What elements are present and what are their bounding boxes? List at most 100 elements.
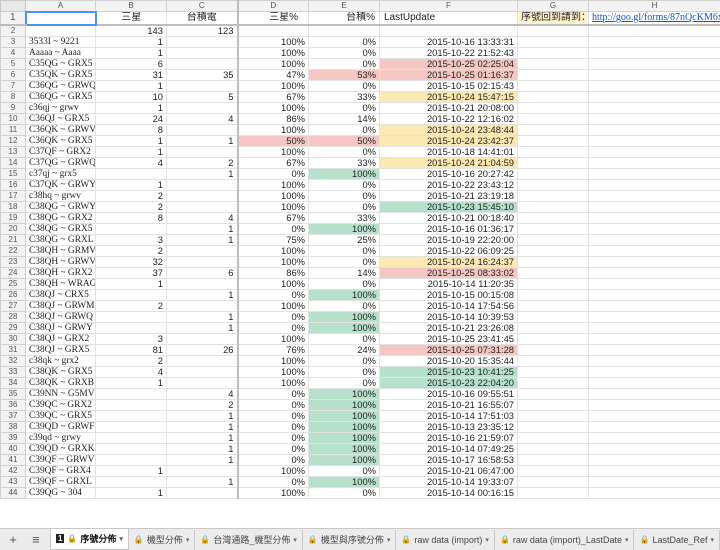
cell-lastupdate[interactable]: 2015-10-25 01:16:37 [379, 69, 518, 81]
cell-empty[interactable] [588, 465, 720, 477]
cell-lastupdate[interactable]: 2015-10-14 11:20:35 [379, 278, 518, 290]
cell-samsung-pct[interactable]: 0% [237, 388, 309, 400]
row-header[interactable]: 32 [0, 355, 26, 367]
cell-tsmc-count[interactable] [166, 355, 239, 367]
cell-model-range[interactable]: C36QG ~ GRWQ [25, 80, 96, 92]
cell-model-range[interactable]: C39QC ~ GRX2 [25, 399, 96, 411]
caret-down-icon[interactable]: ▾ [485, 536, 489, 544]
cell-tsmc-pct[interactable]: 53% [308, 69, 380, 81]
cell-model-range[interactable]: C39QG ~ 304 [25, 487, 96, 499]
cell-samsung-count[interactable]: 6 [95, 58, 167, 70]
cell-model-range[interactable]: C38QG ~ GRXL [25, 234, 96, 246]
cell-model-range[interactable]: C38QK ~ GRX5 [25, 366, 96, 378]
cell-tsmc-count[interactable]: 1 [166, 234, 239, 246]
spreadsheet-grid[interactable]: A B C D E F G H 1 三星 台積電 三星% 台積% LastUpd… [0, 0, 720, 528]
cell-samsung-count[interactable]: 1 [95, 377, 167, 389]
header-samsung[interactable]: 三星 [95, 11, 167, 26]
cell-empty[interactable] [588, 234, 720, 246]
cell-tsmc-pct[interactable]: 0% [308, 366, 380, 378]
cell-model-range[interactable]: C39QF ~ GRWV [25, 454, 96, 466]
cell-tsmc-count[interactable]: 1 [166, 289, 239, 301]
cell-lastupdate[interactable]: 2015-10-21 23:19:18 [379, 190, 518, 202]
row-header[interactable]: 37 [0, 410, 26, 422]
sheet-tab[interactable]: 🔒 raw data (import)_LastDate ▾ [495, 529, 635, 550]
cell-tsmc-count[interactable] [166, 300, 239, 312]
row-header[interactable]: 25 [0, 278, 26, 290]
cell-empty[interactable] [588, 47, 720, 59]
cell-tsmc-count[interactable] [166, 333, 239, 345]
cell-samsung-pct[interactable]: 67% [237, 212, 309, 224]
cell-tsmc-pct[interactable]: 100% [308, 311, 380, 323]
cell-samsung-pct[interactable]: 0% [237, 322, 309, 334]
cell-tsmc-count[interactable]: 2 [166, 157, 239, 169]
row-header[interactable]: 3 [0, 36, 26, 48]
cell-model-range[interactable]: C38QG ~ GRWY [25, 201, 96, 213]
cell-tsmc-pct[interactable]: 0% [308, 278, 380, 290]
cell-empty[interactable] [517, 157, 589, 169]
cell-model-range[interactable]: C35QG ~ GRX5 [25, 58, 96, 70]
row-header[interactable]: 10 [0, 113, 26, 125]
row-header[interactable]: 23 [0, 256, 26, 268]
cell-lastupdate[interactable]: 2015-10-24 15:47:15 [379, 91, 518, 103]
cell-model-range[interactable]: C36QK ~ GRX5 [25, 135, 96, 147]
row-header[interactable]: 15 [0, 168, 26, 180]
cell-samsung-pct[interactable]: 100% [237, 377, 309, 389]
cell-empty[interactable] [588, 113, 720, 125]
cell-samsung-count[interactable] [95, 388, 167, 400]
cell-empty[interactable] [517, 47, 589, 59]
cell-tsmc-pct[interactable]: 100% [308, 454, 380, 466]
cell-empty[interactable] [588, 69, 720, 81]
row-header[interactable]: 21 [0, 234, 26, 246]
cell-samsung-pct[interactable]: 86% [237, 113, 309, 125]
cell-samsung-count[interactable]: 2 [95, 245, 167, 257]
cell-empty[interactable] [588, 102, 720, 114]
cell-samsung-pct[interactable]: 100% [237, 36, 309, 48]
cell-empty[interactable] [517, 212, 589, 224]
cell-empty[interactable] [588, 146, 720, 158]
cell-tsmc-count[interactable] [166, 366, 239, 378]
row-header[interactable]: 29 [0, 322, 26, 334]
caret-down-icon[interactable]: ▾ [186, 536, 190, 544]
cell-empty[interactable] [517, 179, 589, 191]
cell-tsmc-pct[interactable]: 0% [308, 487, 380, 499]
cell-empty[interactable] [517, 234, 589, 246]
cell-lastupdate[interactable]: 2015-10-25 08:33:02 [379, 267, 518, 279]
cell-empty[interactable] [517, 24, 589, 37]
cell-tsmc-pct[interactable]: 33% [308, 157, 380, 169]
cell-tsmc-pct[interactable]: 100% [308, 289, 380, 301]
cell-samsung-pct[interactable]: 0% [237, 168, 309, 180]
cell-empty[interactable] [588, 91, 720, 103]
cell-tsmc-pct[interactable]: 0% [308, 146, 380, 158]
cell-tsmc-pct[interactable]: 0% [308, 245, 380, 257]
row-header[interactable]: 24 [0, 267, 26, 279]
row-header[interactable]: 27 [0, 300, 26, 312]
row-header[interactable]: 43 [0, 476, 26, 488]
cell-lastupdate[interactable]: 2015-10-24 16:24:37 [379, 256, 518, 268]
cell-samsung-pct[interactable]: 100% [237, 355, 309, 367]
row-header[interactable]: 18 [0, 201, 26, 213]
sheet-tab[interactable]: 🔒 機型與序號分佈 ▾ [303, 529, 397, 550]
cell-tsmc-count[interactable] [166, 278, 239, 290]
cell-samsung-pct[interactable]: 0% [237, 454, 309, 466]
column-header-g[interactable]: G [517, 0, 589, 12]
cell-lastupdate[interactable]: 2015-10-24 23:42:37 [379, 135, 518, 147]
select-all-corner[interactable] [0, 0, 26, 12]
cell-samsung-count[interactable]: 1 [95, 47, 167, 59]
cell-samsung-pct[interactable]: 67% [237, 91, 309, 103]
cell-samsung-count[interactable] [95, 476, 167, 488]
cell-empty[interactable] [517, 410, 589, 422]
row-header[interactable]: 17 [0, 190, 26, 202]
cell-tsmc-pct[interactable]: 0% [308, 190, 380, 202]
cell-tsmc-count[interactable] [166, 36, 239, 48]
cell-tsmc-pct[interactable]: 100% [308, 322, 380, 334]
row-header[interactable]: 31 [0, 344, 26, 356]
row-header[interactable]: 20 [0, 223, 26, 235]
cell-tsmc-pct[interactable]: 0% [308, 80, 380, 92]
cell-lastupdate[interactable]: 2015-10-19 22:20:00 [379, 234, 518, 246]
cell-samsung-pct[interactable]: 100% [237, 201, 309, 213]
cell-lastupdate[interactable]: 2015-10-22 23:43:12 [379, 179, 518, 191]
row-header[interactable]: 36 [0, 399, 26, 411]
cell-tsmc-count[interactable] [166, 487, 239, 499]
cell-samsung-count[interactable]: 1 [95, 102, 167, 114]
cell-samsung-pct[interactable]: 0% [237, 476, 309, 488]
